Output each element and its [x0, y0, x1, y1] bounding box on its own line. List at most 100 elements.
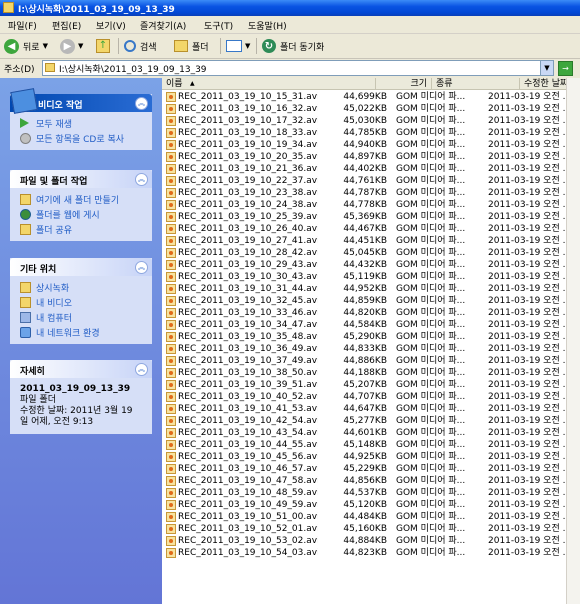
- file-size: 45,022KB: [343, 104, 387, 114]
- menu-view[interactable]: 보기(V): [96, 19, 126, 32]
- file-row[interactable]: REC_2011_03_19_10_23_38.avi 44,787KB GOM 미…: [162, 187, 580, 199]
- file-row[interactable]: REC_2011_03_19_10_29_43.avi 44,432KB GOM 미…: [162, 259, 580, 271]
- file-row[interactable]: REC_2011_03_19_10_48_59.avi 44,537KB GOM 미…: [162, 487, 580, 499]
- file-row[interactable]: REC_2011_03_19_10_15_31.avi 44,699KB GOM 미…: [162, 91, 580, 103]
- file-tasks-header[interactable]: 파일 및 폴더 작업 ︽: [10, 170, 152, 188]
- menu-help[interactable]: 도움말(H): [248, 19, 287, 32]
- file-row[interactable]: REC_2011_03_19_10_28_42.avi 45,045KB GOM 미…: [162, 247, 580, 259]
- vertical-scrollbar[interactable]: [566, 78, 580, 604]
- file-row[interactable]: REC_2011_03_19_10_19_34.avi 44,940KB GOM 미…: [162, 139, 580, 151]
- place-folder-link[interactable]: 상시녹화: [10, 280, 152, 295]
- file-name: REC_2011_03_19_10_37_49.avi: [178, 356, 318, 366]
- menu-edit[interactable]: 편집(E): [52, 19, 81, 32]
- file-date: 2011-03-19 오전 ...: [488, 392, 568, 402]
- search-button[interactable]: 검색: [124, 37, 157, 55]
- collapse-icon[interactable]: ︽: [135, 261, 148, 274]
- file-type: GOM 미디어 파...: [396, 176, 466, 186]
- menu-file[interactable]: 파일(F): [8, 19, 37, 32]
- file-row[interactable]: REC_2011_03_19_10_53_02.avi 44,884KB GOM 미…: [162, 535, 580, 547]
- copy-to-cd-link[interactable]: 모든 항목을 CD로 복사: [10, 131, 152, 146]
- file-name: REC_2011_03_19_10_39_51.avi: [178, 380, 318, 390]
- column-size[interactable]: 크기: [376, 78, 432, 90]
- file-row[interactable]: REC_2011_03_19_10_24_38.avi 44,778KB GOM 미…: [162, 199, 580, 211]
- forward-button[interactable]: ▶ ▼: [60, 37, 83, 55]
- menu-favorites[interactable]: 즐겨찾기(A): [140, 19, 186, 32]
- video-tasks-header[interactable]: 비디오 작업 ︽: [10, 88, 152, 114]
- file-type: GOM 미디어 파...: [396, 512, 466, 522]
- file-row[interactable]: REC_2011_03_19_10_17_32.avi 45,030KB GOM 미…: [162, 115, 580, 127]
- file-row[interactable]: REC_2011_03_19_10_49_59.avi 45,120KB GOM 미…: [162, 499, 580, 511]
- my-videos-link[interactable]: 내 비디오: [10, 295, 152, 310]
- file-date: 2011-03-19 오전 ...: [488, 248, 568, 258]
- back-button[interactable]: ◀ 뒤로 ▼: [4, 37, 48, 55]
- avi-file-icon: [166, 512, 176, 522]
- file-row[interactable]: REC_2011_03_19_10_40_52.avi 44,707KB GOM 미…: [162, 391, 580, 403]
- file-date: 2011-03-19 오전 ...: [488, 284, 568, 294]
- file-type: GOM 미디어 파...: [396, 428, 466, 438]
- file-row[interactable]: REC_2011_03_19_10_20_35.avi 44,897KB GOM 미…: [162, 151, 580, 163]
- file-type: GOM 미디어 파...: [396, 128, 466, 138]
- share-folder-link[interactable]: 폴더 공유: [10, 222, 152, 237]
- file-date: 2011-03-19 오전 ...: [488, 224, 568, 234]
- play-all-link[interactable]: 모두 재생: [10, 116, 152, 131]
- my-network-link[interactable]: 내 네트워크 환경: [10, 325, 152, 340]
- other-places-header[interactable]: 기타 위치 ︽: [10, 258, 152, 276]
- file-row[interactable]: REC_2011_03_19_10_46_57.avi 45,229KB GOM 미…: [162, 463, 580, 475]
- file-row[interactable]: REC_2011_03_19_10_39_51.avi 45,207KB GOM 미…: [162, 379, 580, 391]
- views-button[interactable]: ▼: [226, 37, 250, 55]
- file-row[interactable]: REC_2011_03_19_10_27_41.avi 44,451KB GOM 미…: [162, 235, 580, 247]
- file-row[interactable]: REC_2011_03_19_10_41_53.avi 44,647KB GOM 미…: [162, 403, 580, 415]
- details-header[interactable]: 자세히 ︽: [10, 360, 152, 378]
- file-size: 44,952KB: [343, 284, 387, 294]
- collapse-icon[interactable]: ︽: [135, 97, 148, 110]
- file-row[interactable]: REC_2011_03_19_10_42_54.avi 45,277KB GOM 미…: [162, 415, 580, 427]
- file-row[interactable]: REC_2011_03_19_10_32_45.avi 44,859KB GOM 미…: [162, 295, 580, 307]
- address-input[interactable]: I:\상시녹화\2011_03_19_09_13_39 ▼: [42, 60, 554, 76]
- file-row[interactable]: REC_2011_03_19_10_22_37.avi 44,761KB GOM 미…: [162, 175, 580, 187]
- avi-file-icon: [166, 500, 176, 510]
- globe-icon: [20, 209, 31, 220]
- file-row[interactable]: REC_2011_03_19_10_54_03.avi 44,823KB GOM 미…: [162, 547, 580, 559]
- new-folder-link[interactable]: 여기에 새 폴더 만들기: [10, 192, 152, 207]
- task-pane: 비디오 작업 ︽ 모두 재생 모든 항목을 CD로 복사 파일 및 폴더 작업 …: [0, 78, 162, 604]
- file-row[interactable]: REC_2011_03_19_10_36_49.avi 44,833KB GOM 미…: [162, 343, 580, 355]
- file-row[interactable]: REC_2011_03_19_10_16_32.avi 45,022KB GOM 미…: [162, 103, 580, 115]
- file-row[interactable]: REC_2011_03_19_10_21_36.avi 44,402KB GOM 미…: [162, 163, 580, 175]
- file-row[interactable]: REC_2011_03_19_10_34_47.avi 44,584KB GOM 미…: [162, 319, 580, 331]
- address-dropdown[interactable]: ▼: [540, 61, 553, 75]
- avi-file-icon: [166, 92, 176, 102]
- file-row[interactable]: REC_2011_03_19_10_38_50.avi 44,188KB GOM 미…: [162, 367, 580, 379]
- file-row[interactable]: REC_2011_03_19_10_52_01.avi 45,160KB GOM 미…: [162, 523, 580, 535]
- collapse-icon[interactable]: ︽: [135, 173, 148, 186]
- folders-button[interactable]: 폴더: [174, 37, 209, 55]
- my-computer-link[interactable]: 내 컴퓨터: [10, 310, 152, 325]
- file-row[interactable]: REC_2011_03_19_10_51_00.avi 44,484KB GOM 미…: [162, 511, 580, 523]
- collapse-icon[interactable]: ︽: [135, 363, 148, 376]
- file-row[interactable]: REC_2011_03_19_10_35_48.avi 45,290KB GOM 미…: [162, 331, 580, 343]
- go-button[interactable]: →: [558, 61, 573, 76]
- file-row[interactable]: REC_2011_03_19_10_31_44.avi 44,952KB GOM 미…: [162, 283, 580, 295]
- file-row[interactable]: REC_2011_03_19_10_30_43.avi 45,119KB GOM 미…: [162, 271, 580, 283]
- avi-file-icon: [166, 104, 176, 114]
- avi-file-icon: [166, 164, 176, 174]
- file-row[interactable]: REC_2011_03_19_10_47_58.avi 44,856KB GOM 미…: [162, 475, 580, 487]
- file-row[interactable]: REC_2011_03_19_10_26_40.avi 44,467KB GOM 미…: [162, 223, 580, 235]
- file-row[interactable]: REC_2011_03_19_10_37_49.avi 44,886KB GOM 미…: [162, 355, 580, 367]
- folder-sync-button[interactable]: ↻ 폴더 동기화: [262, 37, 324, 55]
- file-row[interactable]: REC_2011_03_19_10_18_33.avi 44,785KB GOM 미…: [162, 127, 580, 139]
- file-row[interactable]: REC_2011_03_19_10_33_46.avi 44,820KB GOM 미…: [162, 307, 580, 319]
- file-type: GOM 미디어 파...: [396, 164, 466, 174]
- file-row[interactable]: REC_2011_03_19_10_44_55.avi 45,148KB GOM 미…: [162, 439, 580, 451]
- file-size: 45,207KB: [343, 380, 387, 390]
- file-row[interactable]: REC_2011_03_19_10_45_56.avi 44,925KB GOM 미…: [162, 451, 580, 463]
- file-row[interactable]: REC_2011_03_19_10_43_54.avi 44,601KB GOM 미…: [162, 427, 580, 439]
- file-type: GOM 미디어 파...: [396, 224, 466, 234]
- column-name[interactable]: 이름 ▲: [162, 78, 376, 90]
- menu-tools[interactable]: 도구(T): [204, 19, 233, 32]
- up-folder-button[interactable]: ↑: [96, 37, 110, 55]
- file-row[interactable]: REC_2011_03_19_10_25_39.avi 45,369KB GOM 미…: [162, 211, 580, 223]
- column-type[interactable]: 종류: [432, 78, 520, 90]
- publish-web-link[interactable]: 폴더를 웹에 게시: [10, 207, 152, 222]
- file-type: GOM 미디어 파...: [396, 92, 466, 102]
- file-date: 2011-03-19 오전 ...: [488, 476, 568, 486]
